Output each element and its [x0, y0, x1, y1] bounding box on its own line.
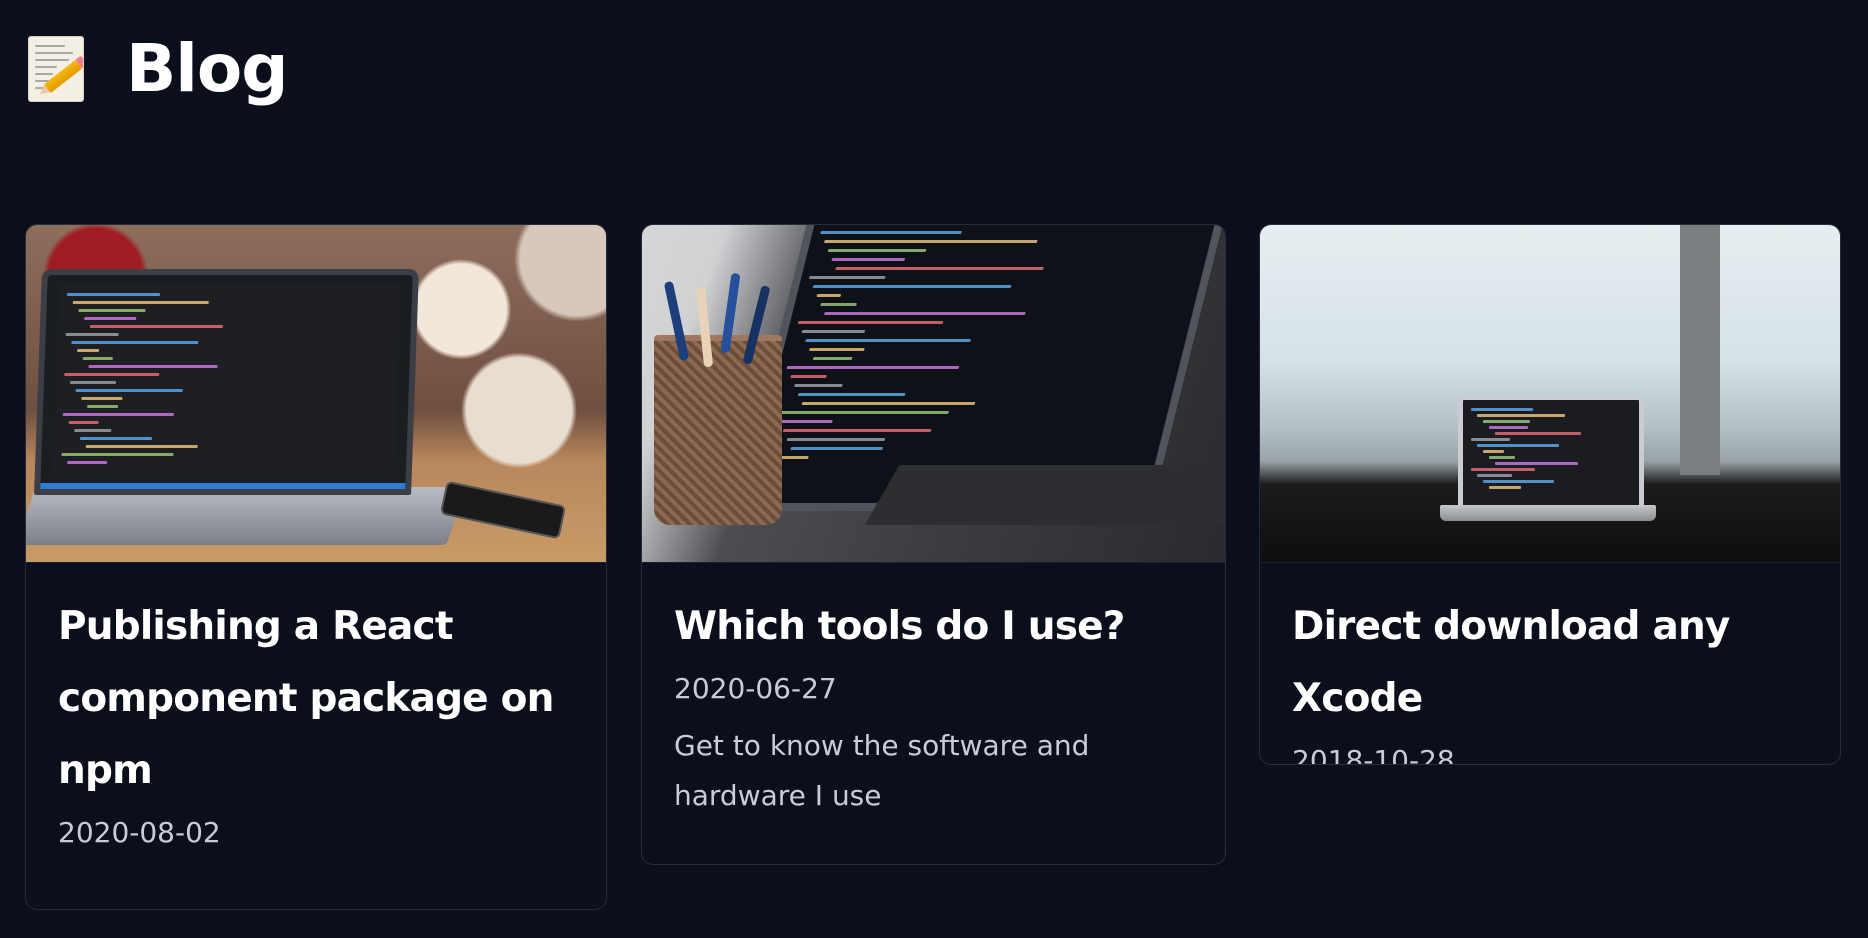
- memo-icon: [28, 36, 84, 102]
- post-card[interactable]: Direct download any Xcode 2018-10-28: [1259, 224, 1841, 765]
- page-title: Blog: [126, 30, 289, 107]
- post-title[interactable]: Which tools do I use?: [674, 591, 1193, 663]
- post-card[interactable]: Publishing a React component package on …: [25, 224, 607, 910]
- page-header: Blog: [28, 30, 289, 107]
- blog-page: Blog Publishing a React component packag…: [0, 0, 1868, 938]
- post-date: 2020-06-27: [674, 672, 837, 705]
- post-date: 2018-10-28: [1292, 744, 1455, 765]
- post-title[interactable]: Direct download any Xcode: [1292, 591, 1808, 735]
- post-title[interactable]: Publishing a React component package on …: [58, 591, 574, 807]
- post-thumbnail[interactable]: [26, 225, 606, 563]
- post-description: Get to know the software and hardware I …: [674, 729, 1090, 812]
- post-thumbnail[interactable]: [642, 225, 1225, 563]
- post-thumbnail[interactable]: [1260, 225, 1840, 563]
- post-date: 2020-08-02: [58, 816, 221, 849]
- post-card[interactable]: Which tools do I use? 2020-06-27 Get to …: [641, 224, 1226, 865]
